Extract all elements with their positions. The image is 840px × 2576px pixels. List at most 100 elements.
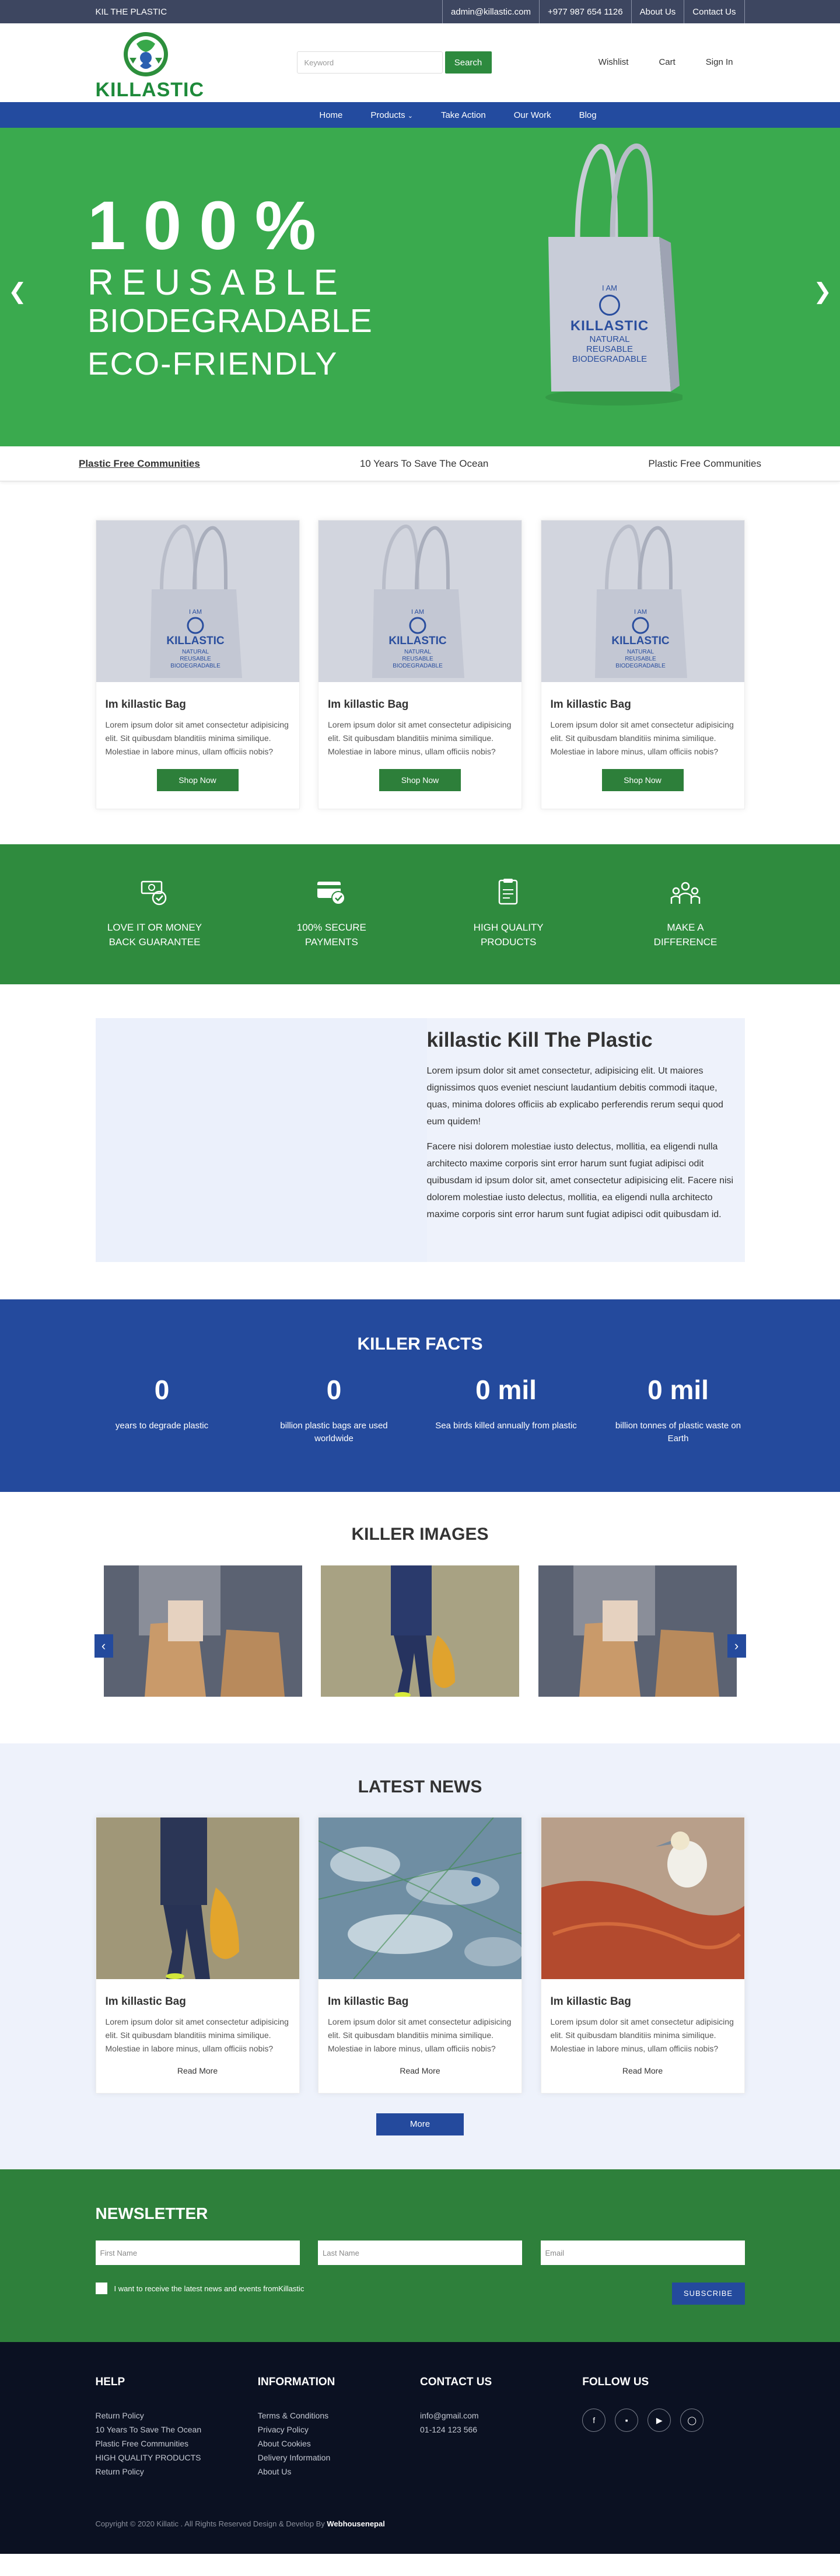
footer-contact-email[interactable]: info@gmail.com (420, 2409, 582, 2423)
product-image[interactable]: I AM KILLASTIC NATURAL REUSABLE BIODEGRADABL… (318, 520, 522, 682)
last-name-input[interactable]: Last Name (318, 2241, 522, 2265)
product-card: I AM KILLASTIC NATURAL REUSABLE BIODEGRADABL… (540, 520, 745, 809)
products-section: I AM KILLASTIC NATURAL REUSABLE BIODEGRADABL… (0, 481, 840, 844)
feature-secure-payment: 100% SECURE PAYMENTS (253, 878, 410, 949)
nav-take-action[interactable]: Take Action (441, 110, 486, 120)
shop-now-button[interactable]: Shop Now (601, 769, 684, 791)
footer-contact-phone[interactable]: 01-124 123 566 (420, 2423, 582, 2437)
carousel-prev-icon[interactable]: ‹ (94, 1634, 113, 1658)
search-button[interactable]: Search (444, 51, 492, 74)
product-title[interactable]: Im killastic Bag (106, 698, 290, 711)
product-title[interactable]: Im killastic Bag (551, 698, 735, 711)
more-news-button[interactable]: More (376, 2113, 464, 2135)
feature-line-1: LOVE IT OR MONEY (107, 922, 202, 933)
twitter-icon[interactable]: ▪ (615, 2409, 639, 2432)
footer-info-link[interactable]: Terms & Conditions (258, 2409, 420, 2423)
top-contact-link[interactable]: Contact Us (684, 0, 745, 23)
news-image[interactable] (318, 1817, 522, 1979)
shop-now-button[interactable]: Shop Now (379, 769, 461, 791)
footer-help-link[interactable]: HIGH QUALITY PRODUCTS (96, 2451, 258, 2465)
nav-products[interactable]: Products ⌄ (370, 110, 413, 120)
feature-line-2: PAYMENTS (304, 936, 358, 948)
feature-money-back: LOVE IT OR MONEY BACK GUARANTEE (76, 878, 233, 949)
read-more-link[interactable]: Read More (328, 2066, 512, 2075)
footer-help-link[interactable]: 10 Years To Save The Ocean (96, 2423, 258, 2437)
product-image[interactable]: I AM KILLASTIC NATURAL REUSABLE BIODEGRADABL… (96, 520, 299, 682)
svg-text:BIODEGRADABLE: BIODEGRADABLE (170, 663, 220, 669)
carousel-next-icon[interactable]: › (727, 1634, 746, 1658)
footer-help-link[interactable]: Return Policy (96, 2409, 258, 2423)
news-headline[interactable]: Im killastic Bag (328, 1995, 512, 2008)
killer-images-section: KILLER IMAGES ‹ › (0, 1492, 840, 1743)
site-logo[interactable]: KILLASTIC (96, 31, 204, 101)
feature-line-1: 100% SECURE (296, 922, 366, 933)
top-email-link[interactable]: admin@killastic.com (442, 0, 539, 23)
footer-info-link[interactable]: Privacy Policy (258, 2423, 420, 2437)
top-about-link[interactable]: About Us (631, 0, 684, 23)
footer-info-link[interactable]: About Us (258, 2465, 420, 2479)
fact-item: 0 mil Sea birds killed annually from plas… (433, 1374, 579, 1445)
subscribe-button[interactable]: SUBSCRIBE (671, 2283, 745, 2305)
svg-text:NATURAL: NATURAL (627, 649, 654, 655)
nav-blog[interactable]: Blog (579, 110, 597, 120)
fact-item: 0 years to degrade plastic (89, 1374, 235, 1445)
product-image[interactable]: I AM KILLASTIC NATURAL REUSABLE BIODEGRADABL… (541, 520, 744, 682)
instagram-icon[interactable]: ◯ (680, 2409, 704, 2432)
read-more-link[interactable]: Read More (106, 2066, 290, 2075)
feature-line-2: PRODUCTS (480, 936, 537, 948)
nav-our-work[interactable]: Our Work (514, 110, 551, 120)
first-name-input[interactable]: First Name (95, 2241, 300, 2265)
hero-prev-arrow-icon[interactable]: ❮ (8, 278, 27, 305)
signin-link[interactable]: Sign In (706, 57, 733, 67)
secure-payment-icon (317, 882, 346, 905)
footer: HELP Return Policy 10 Years To Save The … (0, 2342, 840, 2554)
money-back-icon (141, 880, 167, 906)
carousel-image[interactable] (321, 1565, 519, 1697)
news-image[interactable] (541, 1817, 744, 1979)
carousel-image[interactable] (103, 1565, 302, 1697)
facebook-icon[interactable]: f (582, 2409, 606, 2432)
footer-help-link[interactable]: Return Policy (96, 2465, 258, 2479)
tab-plastic-free-2[interactable]: Plastic Free Communities (648, 458, 761, 470)
about-box: killastic Kill The Plastic Lorem ipsum d… (95, 1018, 745, 1262)
hero-line-biodegradable: BIODEGRADABLE (88, 302, 372, 340)
main-nav: Home Products ⌄ Take Action Our Work Blo… (0, 102, 840, 128)
youtube-icon[interactable]: ▶ (648, 2409, 671, 2432)
footer-info-link[interactable]: Delivery Information (258, 2451, 420, 2465)
quality-icon (498, 879, 517, 905)
product-card: I AM KILLASTIC NATURAL REUSABLE BIODEGRADABL… (95, 520, 300, 809)
tab-plastic-free-1[interactable]: Plastic Free Communities (79, 458, 200, 470)
logo-text: KILLASTIC (95, 79, 205, 101)
images-title: KILLER IMAGES (351, 1525, 489, 1544)
read-more-link[interactable]: Read More (551, 2066, 735, 2075)
footer-help-link[interactable]: Plastic Free Communities (96, 2437, 258, 2451)
hero-headline: 100% (88, 187, 334, 264)
footer-info-link[interactable]: About Cookies (258, 2437, 420, 2451)
bag-line-2: KILLASTIC (570, 318, 649, 334)
feature-line-1: HIGH QUALITY (473, 922, 544, 933)
news-card: Im killastic Bag Lorem ipsum dolor sit a… (540, 1817, 745, 2093)
carousel-image[interactable] (538, 1565, 737, 1697)
features-band: LOVE IT OR MONEY BACK GUARANTEE 100% SEC… (0, 844, 840, 984)
wishlist-link[interactable]: Wishlist (598, 57, 629, 67)
svg-text:BIODEGRADABLE: BIODEGRADABLE (393, 663, 443, 669)
shop-now-button[interactable]: Shop Now (156, 769, 239, 791)
developer-link[interactable]: Webhousenepal (327, 2519, 384, 2528)
fact-number: 0 (154, 1375, 170, 1405)
news-headline[interactable]: Im killastic Bag (551, 1995, 735, 2008)
news-headline[interactable]: Im killastic Bag (106, 1995, 290, 2008)
news-excerpt: Lorem ipsum dolor sit amet consectetur a… (550, 2017, 734, 2053)
email-input[interactable]: Email (540, 2241, 745, 2265)
cart-link[interactable]: Cart (659, 57, 675, 67)
product-desc: Lorem ipsum dolor sit amet consectetur a… (105, 720, 289, 756)
hero-next-arrow-icon[interactable]: ❯ (813, 278, 832, 305)
tab-save-ocean[interactable]: 10 Years To Save The Ocean (360, 458, 489, 470)
facts-title: KILLER FACTS (357, 1334, 483, 1354)
search-input[interactable]: Keyword (296, 51, 443, 74)
nav-home[interactable]: Home (319, 110, 342, 120)
top-phone-link[interactable]: +977 987 654 1126 (538, 0, 631, 23)
product-title[interactable]: Im killastic Bag (328, 698, 512, 711)
opt-in-checkbox[interactable] (95, 2283, 107, 2294)
news-image[interactable] (96, 1817, 299, 1979)
topic-tabs: Plastic Free Communities 10 Years To Sav… (0, 446, 840, 481)
